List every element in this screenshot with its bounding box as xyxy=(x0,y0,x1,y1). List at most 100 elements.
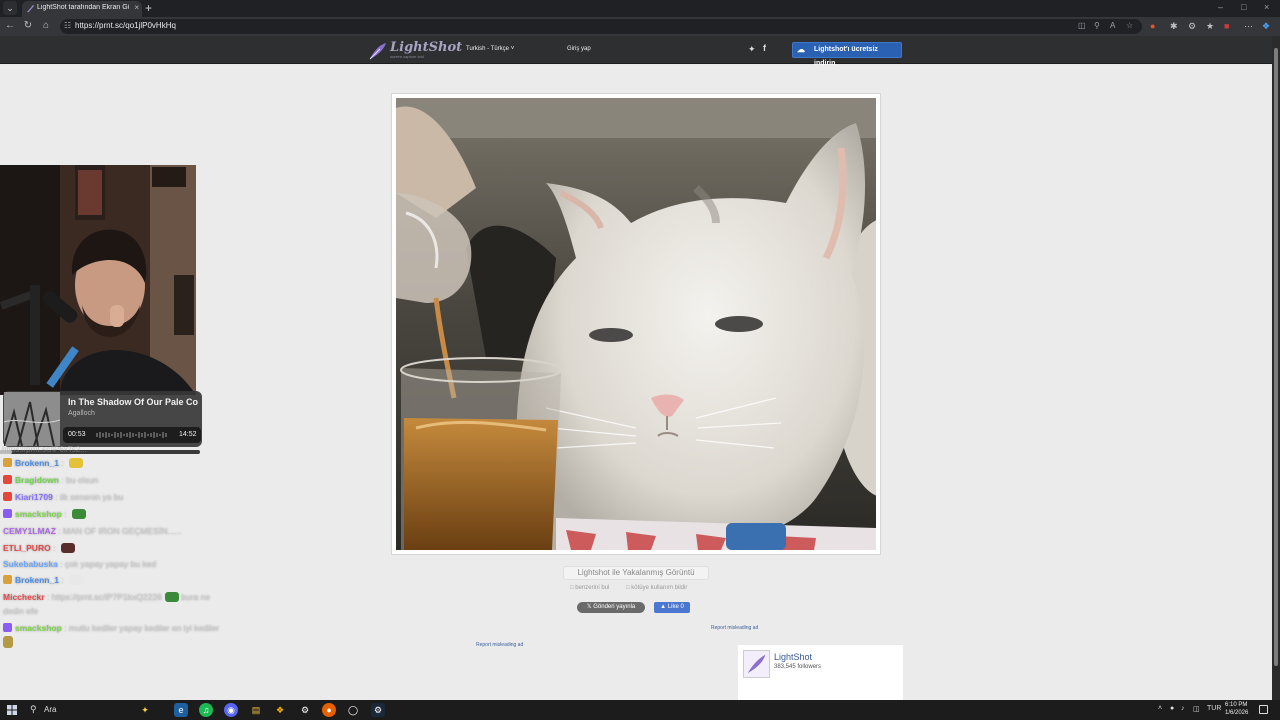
chat-username[interactable]: Bragidown xyxy=(15,475,59,485)
chat-username[interactable]: ETLI_PURO xyxy=(3,543,51,553)
chevron-up-icon[interactable]: ˄ xyxy=(1158,705,1162,712)
firefox-icon[interactable]: ● xyxy=(322,703,336,717)
notification-icon[interactable] xyxy=(1259,705,1268,714)
tab-close-icon[interactable]: × xyxy=(134,3,139,12)
facebook-page-name[interactable]: LightShot xyxy=(774,652,812,662)
tweet-button-label: Gönderi yayınla xyxy=(593,604,636,610)
lightshot-logo-icon xyxy=(743,650,770,678)
find-similar-link[interactable]: □ benzerini bul xyxy=(570,585,609,591)
report-abuse-link[interactable]: □ kötüye kullanım bildir xyxy=(626,585,687,591)
scroll-thumb[interactable] xyxy=(1274,48,1278,666)
chat-username[interactable]: smackshop xyxy=(15,509,62,519)
reload-icon[interactable]: ↻ xyxy=(22,20,34,31)
install-app-icon[interactable]: ◫ xyxy=(1078,21,1086,30)
favorite-star-icon[interactable]: ☆ xyxy=(1126,21,1133,30)
file-explorer-icon[interactable]: ▤ xyxy=(249,703,263,717)
clock-time[interactable]: 6:10 PM xyxy=(1225,702,1247,708)
profile-avatar-icon[interactable]: ■ xyxy=(1224,21,1229,31)
zoom-icon[interactable]: ⚲ xyxy=(1094,21,1100,30)
clock-date[interactable]: 1/6/2026 xyxy=(1225,710,1248,716)
minimize-icon[interactable]: – xyxy=(1218,2,1223,12)
taskbar: ⚲ Ara ✦ e ♫ ◉ ▤ ❖ ⚙ ● ◯ ⚙ ˄ ● ♪ ◫ TUR 6:… xyxy=(0,700,1280,720)
language-select[interactable]: Turkish - Türkçe ˅ xyxy=(466,46,514,52)
chat-line: ETLI_PURO : xyxy=(3,543,75,553)
chat-message: dedin efe xyxy=(3,606,38,616)
back-icon[interactable]: ← xyxy=(4,20,16,31)
chat-line-continuation: dedin efe xyxy=(3,606,38,616)
chat-username[interactable]: CEMY1LMAZ xyxy=(3,526,56,536)
download-button[interactable]: ☁ Lightshot'ı ücretsiz indirin xyxy=(792,42,902,67)
report-ad-link[interactable]: Report misleading ad xyxy=(711,625,758,631)
sub-badge-icon xyxy=(3,575,12,584)
taskbar-search[interactable]: Ara xyxy=(44,705,56,714)
copilot-icon[interactable]: ❖ xyxy=(1262,21,1270,32)
facebook-followers: 383,545 followers xyxy=(774,664,822,670)
steam-icon[interactable]: ⚙ xyxy=(371,703,385,717)
emote-icon xyxy=(164,592,179,602)
network-icon[interactable]: ◫ xyxy=(1193,705,1200,713)
chat-line: Bragidown : bu olsun xyxy=(3,475,98,485)
chevron-down-icon: ˅ xyxy=(510,46,515,52)
chat-line: smackshop : mutlu kediler yapay kediler … xyxy=(3,623,219,633)
emote-icon xyxy=(69,458,84,468)
browser-tab[interactable]: LightShot tarafından Ekran Görün × xyxy=(22,1,142,17)
chat-username[interactable]: Brokenn_1 xyxy=(15,458,59,468)
chat-link[interactable]: https://prnt.sc/lP7P1kxQ2226 xyxy=(52,592,162,602)
windows-start-icon[interactable] xyxy=(7,705,17,715)
window-close-icon[interactable]: × xyxy=(1264,2,1269,12)
menu-dots-icon[interactable]: ⋯ xyxy=(1244,21,1253,32)
settings-gear-icon[interactable]: ⚙ xyxy=(298,703,312,717)
facebook-page-widget[interactable]: LightShot 383,545 followers xyxy=(738,645,903,700)
speaker-icon[interactable]: ♪ xyxy=(1181,705,1185,712)
chat-username[interactable]: Sukebabuska xyxy=(3,559,58,569)
favorites-icon[interactable]: ★ xyxy=(1206,21,1214,32)
chat-message: bura ne xyxy=(181,592,210,602)
discord-icon[interactable]: ◉ xyxy=(224,703,238,717)
track-title: In The Shadow Of Our Pale Co xyxy=(68,397,199,407)
page-scrollbar[interactable] xyxy=(1272,36,1280,700)
report-ad-link-left[interactable]: Report misleading ad xyxy=(476,642,523,648)
emote-icon xyxy=(60,543,75,553)
chat-line: Brokenn_1 : xyxy=(3,575,84,585)
chat-message: ilk senenin ya bu xyxy=(59,492,124,502)
facebook-icon[interactable]: f xyxy=(763,43,766,53)
chat-username[interactable]: Brokenn_1 xyxy=(15,575,59,585)
facebook-like-button[interactable]: ▲ Like 0 xyxy=(654,602,690,613)
tweet-button[interactable]: 𝕏 Gönderi yayınla xyxy=(577,602,645,613)
search-icon[interactable]: ⚲ xyxy=(30,704,37,715)
chat-line: smackshop : xyxy=(3,509,86,519)
address-bar[interactable]: ☷ https://prnt.sc/qo1jlP0vHkHq ◫ ⚲ A ☆ xyxy=(60,19,1142,34)
sub-badge-icon xyxy=(3,492,12,501)
sub-badge-icon xyxy=(3,458,12,467)
chat-username[interactable]: Kiari1709 xyxy=(15,492,53,502)
gear-icon[interactable]: ⚙ xyxy=(1188,21,1196,32)
read-aloud-icon[interactable]: A xyxy=(1110,21,1115,30)
obs-icon[interactable]: ◯ xyxy=(346,703,360,717)
home-icon[interactable]: ⌂ xyxy=(40,20,52,31)
copilot-sparkle-icon[interactable]: ✦ xyxy=(138,703,152,717)
site-info-icon[interactable]: ☷ xyxy=(64,21,71,30)
microphone-icon[interactable]: ● xyxy=(1170,705,1174,712)
track-progress-bar: 00:53 14:52 xyxy=(63,427,201,443)
find-similar-label: benzerini bul xyxy=(575,585,610,591)
app-icon-1[interactable]: ❖ xyxy=(273,703,287,717)
edge-browser-icon[interactable]: e xyxy=(174,703,188,717)
chat-clipped-message: https://prnt.sc/lP6xTs2... xyxy=(2,445,87,454)
twitter-icon[interactable]: ✦ xyxy=(748,44,756,55)
screenshot-image[interactable] xyxy=(396,98,876,550)
maximize-icon[interactable]: □ xyxy=(1241,2,1246,12)
spotify-icon[interactable]: ♫ xyxy=(199,703,213,717)
x-logo-icon: 𝕏 xyxy=(586,604,592,610)
new-tab-icon[interactable]: + xyxy=(145,1,152,15)
emote-icon xyxy=(71,509,86,519)
chat-username[interactable]: smackshop xyxy=(15,623,62,633)
chat-username[interactable]: Miccheckr xyxy=(3,592,45,602)
extension-puzzle-icon[interactable]: ✱ xyxy=(1170,21,1178,32)
tab-menu-icon[interactable]: ⌄ xyxy=(3,1,17,15)
input-language[interactable]: TUR xyxy=(1207,705,1221,712)
track-elapsed: 00:53 xyxy=(68,431,86,438)
site-logo[interactable]: LightShot xyxy=(390,40,462,55)
chat-line: Miccheckr : https://prnt.sc/lP7P1kxQ2226… xyxy=(3,592,210,602)
extension-icon[interactable]: ● xyxy=(1150,21,1155,31)
login-link[interactable]: Giriş yap xyxy=(567,46,591,52)
